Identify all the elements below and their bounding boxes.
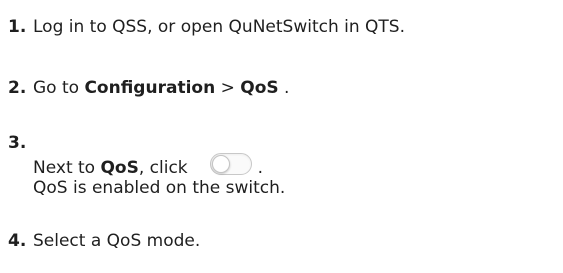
setting-qos: QoS: [100, 158, 139, 178]
step-prefix: Go to: [33, 78, 85, 98]
step-4: 4. Select a QoS mode.: [8, 230, 200, 252]
step-prefix: Next to: [33, 158, 101, 178]
result-text: QoS is enabled on the switch.: [33, 178, 286, 198]
menu-configuration: Configuration: [84, 78, 216, 98]
step-number: 1.: [8, 17, 27, 37]
step-number: 2.: [8, 78, 27, 98]
step-suffix: .: [257, 158, 264, 178]
step-middle: , click: [138, 158, 188, 178]
path-separator: >: [215, 78, 241, 98]
step-number: 4.: [8, 231, 27, 251]
step-text: Log in to QSS, or open QuNetSwitch in QT…: [33, 17, 405, 37]
toggle-switch-icon: [209, 153, 252, 175]
step-2: 2. Go to Configuration > QoS .: [8, 77, 289, 99]
step-3: 3.: [8, 132, 33, 154]
toggle-knob: [211, 155, 230, 173]
step-1: 1. Log in to QSS, or open QuNetSwitch in …: [8, 16, 405, 38]
step-text: Select a QoS mode.: [33, 231, 201, 251]
step-3-result: QoS is enabled on the switch.: [33, 177, 285, 199]
step-number: 3.: [8, 133, 27, 153]
step-3-instruction: Next to QoS, click.: [33, 153, 263, 179]
menu-qos: QoS: [240, 78, 279, 98]
step-suffix: .: [278, 78, 290, 98]
